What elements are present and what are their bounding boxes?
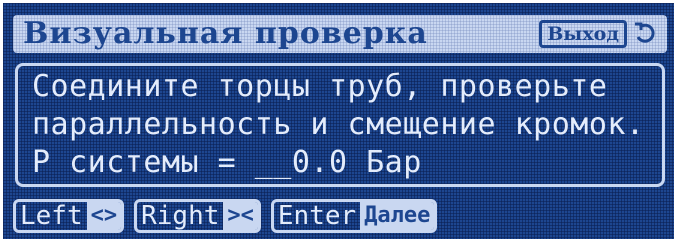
message-line-2: параллельность и смещение кромок. (32, 107, 645, 142)
softkey-bar: Left <> Right >< Enter Далее (13, 199, 438, 235)
return-arrow-icon (631, 20, 659, 48)
left-key-label: Left (20, 201, 83, 231)
lcd-screen: Визуальная проверка Выход Соедините торц… (3, 3, 674, 239)
enter-key-label: Enter (277, 201, 357, 231)
right-key-hint: >< (223, 202, 258, 230)
page-title: Визуальная проверка (23, 16, 428, 51)
enter-key-hint: Далее (360, 202, 435, 230)
message-line-1: Соедините торцы труб, проверьте (32, 69, 608, 104)
exit-button[interactable]: Выход (539, 19, 659, 49)
left-key-hint: <> (86, 202, 122, 230)
exit-button-label: Выход (539, 20, 627, 48)
title-bar: Визуальная проверка Выход (13, 15, 667, 53)
right-key-button[interactable]: Right >< (134, 199, 261, 233)
right-key-label: Right (141, 201, 220, 231)
message-box: Соедините торцы труб, проверьте параллел… (15, 63, 665, 187)
left-key-button[interactable]: Left <> (13, 199, 125, 233)
enter-key-button[interactable]: Enter Далее (270, 199, 438, 233)
pressure-readout: Р системы = __0.0 Бар (32, 145, 422, 180)
